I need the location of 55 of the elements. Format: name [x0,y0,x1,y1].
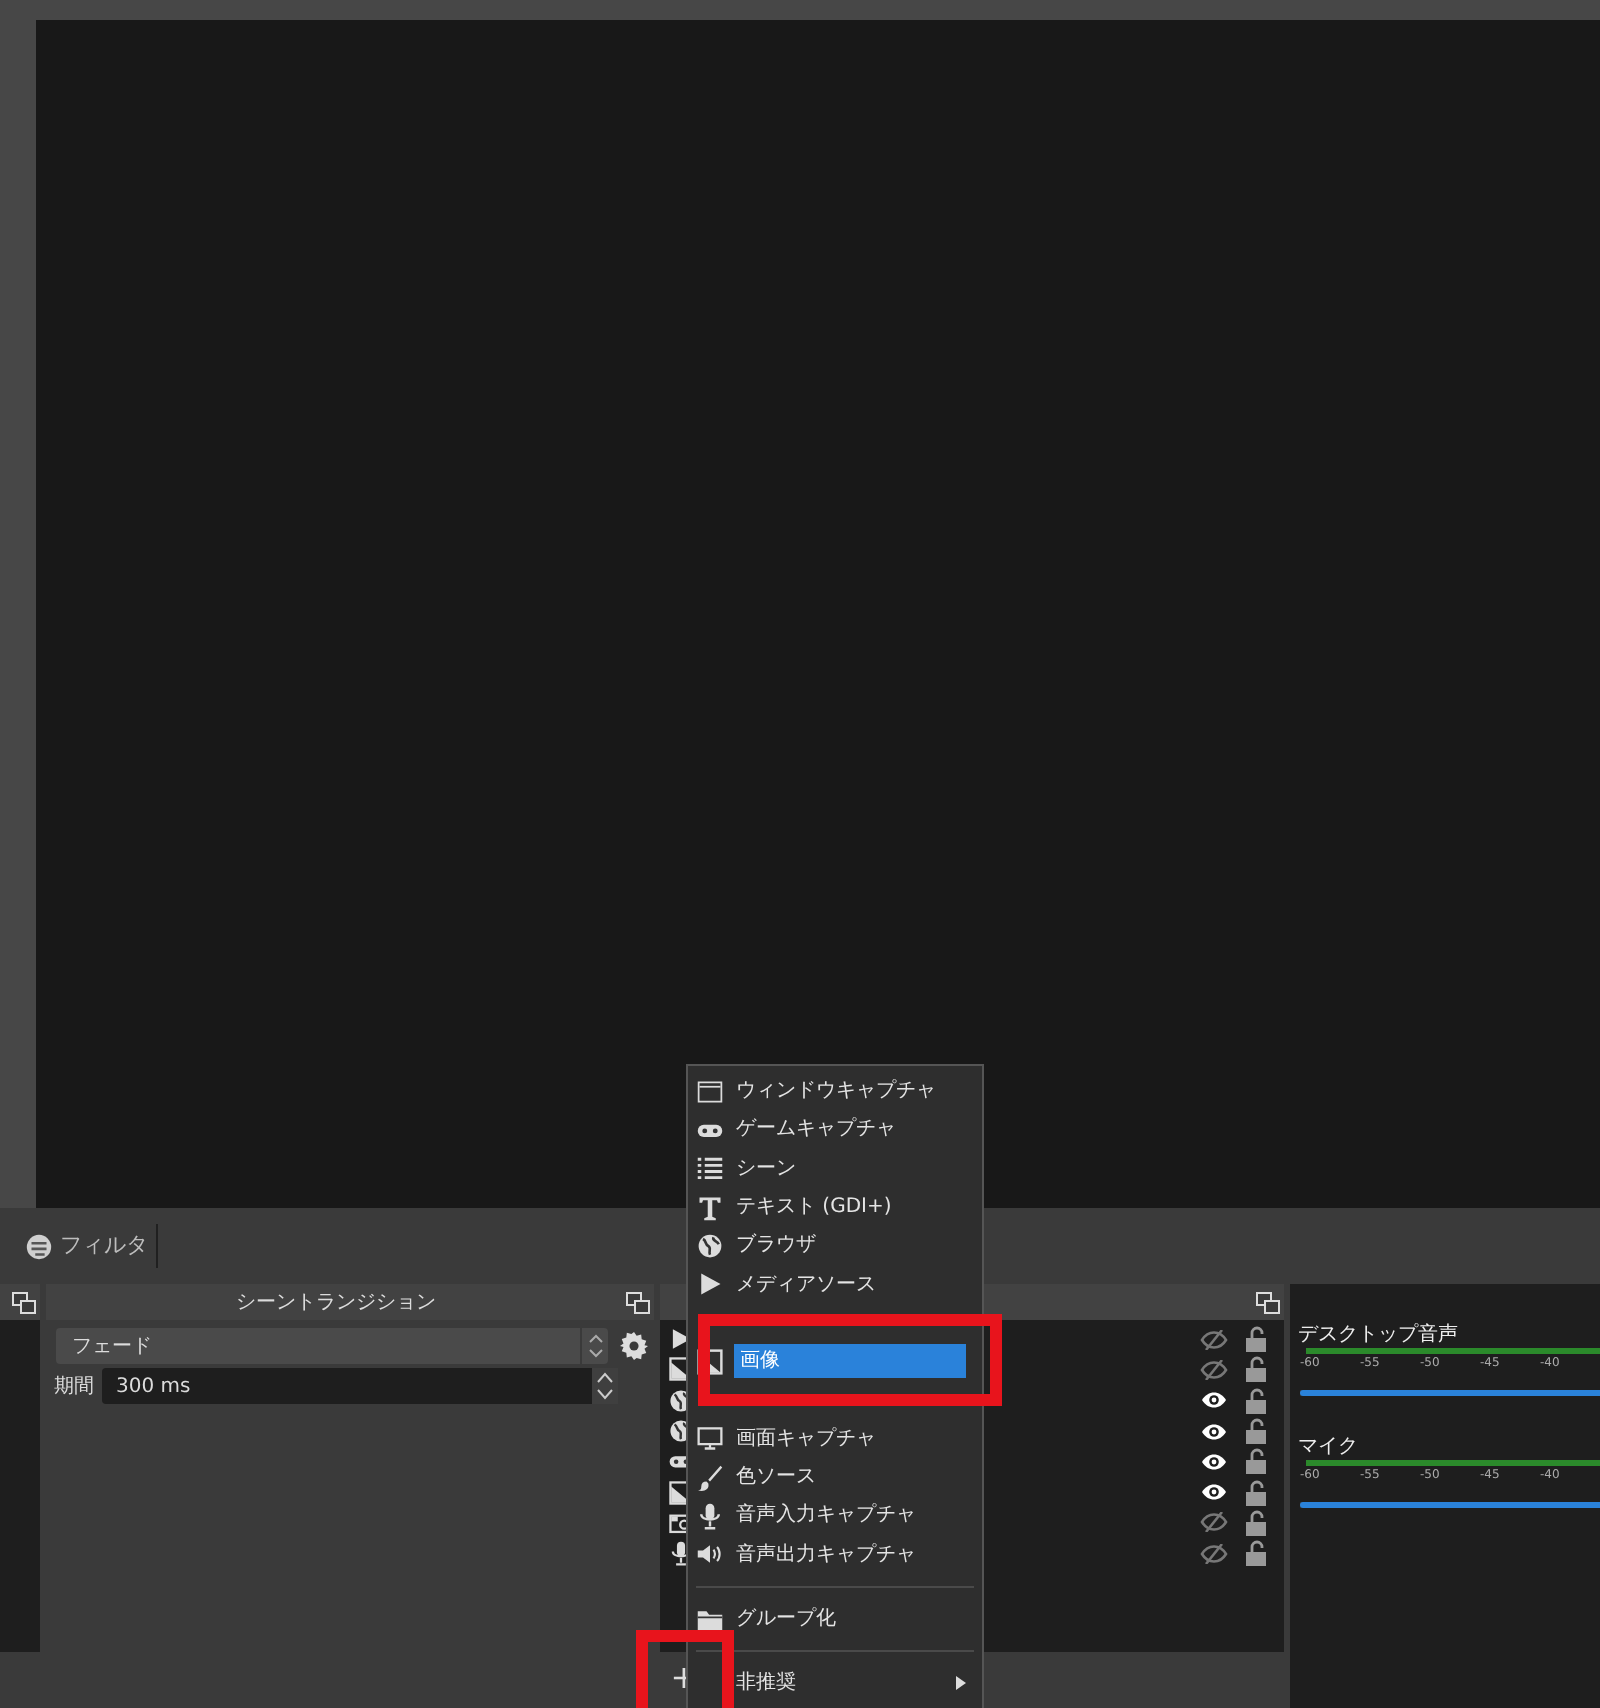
unlocked-padlock-icon[interactable] [1244,1418,1268,1445]
popout-icon[interactable] [12,1291,36,1313]
unlocked-padlock-icon[interactable] [1244,1448,1268,1475]
monitor-icon [696,1424,724,1453]
brush-icon [696,1463,724,1492]
eye-icon[interactable] [1200,1421,1228,1442]
menu-item[interactable]: 画面キャプチャ [736,1423,966,1454]
window-icon [696,1077,724,1106]
duration-field[interactable]: 300 ms [102,1368,618,1404]
menu-item[interactable]: ゲームキャプチャ [736,1114,966,1145]
settings-icon[interactable] [620,1332,648,1360]
eye-icon[interactable] [1200,1482,1228,1503]
menu-item[interactable]: 画像 [734,1344,966,1379]
unlocked-padlock-icon[interactable] [1244,1326,1268,1353]
menu-item[interactable]: 音声入力キャプチャ [736,1500,966,1531]
menu-item[interactable]: 非推奨 [736,1668,944,1699]
menu-item[interactable]: シーン [736,1153,966,1184]
list-icon [696,1154,724,1183]
duration-label: 期間 [54,1373,94,1401]
play-icon [696,1270,724,1299]
menu-item[interactable]: 色ソース [736,1462,966,1493]
eye-slash-icon[interactable] [1200,1359,1228,1380]
dock-title: シーントランジション [234,1289,438,1317]
channel-name: デスクトップ音声 [1298,1324,1460,1348]
menu-item[interactable]: ウィンドウキャプチャ [736,1076,966,1107]
volume-slider[interactable] [1300,1502,1600,1508]
popout-icon[interactable] [626,1291,650,1313]
transition-dropdown[interactable]: フェード [56,1328,608,1364]
menu-item[interactable]: ブラウザ [736,1230,966,1261]
eye-slash-icon[interactable] [1200,1543,1228,1564]
tab-label[interactable]: フィルタ [60,1229,148,1263]
eye-slash-icon[interactable] [1200,1512,1228,1533]
menu-item[interactable]: 音声出力キャプチャ [736,1539,966,1570]
eye-slash-icon[interactable] [1200,1329,1228,1350]
channel-name: マイク [1298,1436,1360,1460]
unlocked-padlock-icon[interactable] [1244,1540,1268,1567]
text-icon [696,1193,724,1222]
unlocked-padlock-icon[interactable] [1244,1387,1268,1414]
microphone-icon [696,1501,724,1530]
eye-icon[interactable] [1200,1451,1228,1472]
menu-item[interactable]: テキスト (GDI+) [736,1192,966,1223]
folder-icon [696,1605,724,1633]
spinner-arrows-icon [592,1368,618,1404]
popout-icon[interactable] [1256,1291,1280,1313]
unlocked-padlock-icon[interactable] [1244,1509,1268,1536]
filter-icon [24,1231,54,1261]
image-icon [696,1347,724,1376]
unlocked-padlock-icon[interactable] [1244,1356,1268,1383]
unlocked-padlock-icon[interactable] [1244,1479,1268,1506]
spinner-arrows-icon [580,1328,608,1364]
menu-item[interactable]: グループ化 [736,1604,966,1634]
eye-icon[interactable] [1200,1390,1228,1411]
menu-item[interactable]: メディアソース [736,1269,966,1300]
submenu-arrow-icon [956,1676,966,1691]
volume-slider[interactable] [1300,1390,1600,1396]
